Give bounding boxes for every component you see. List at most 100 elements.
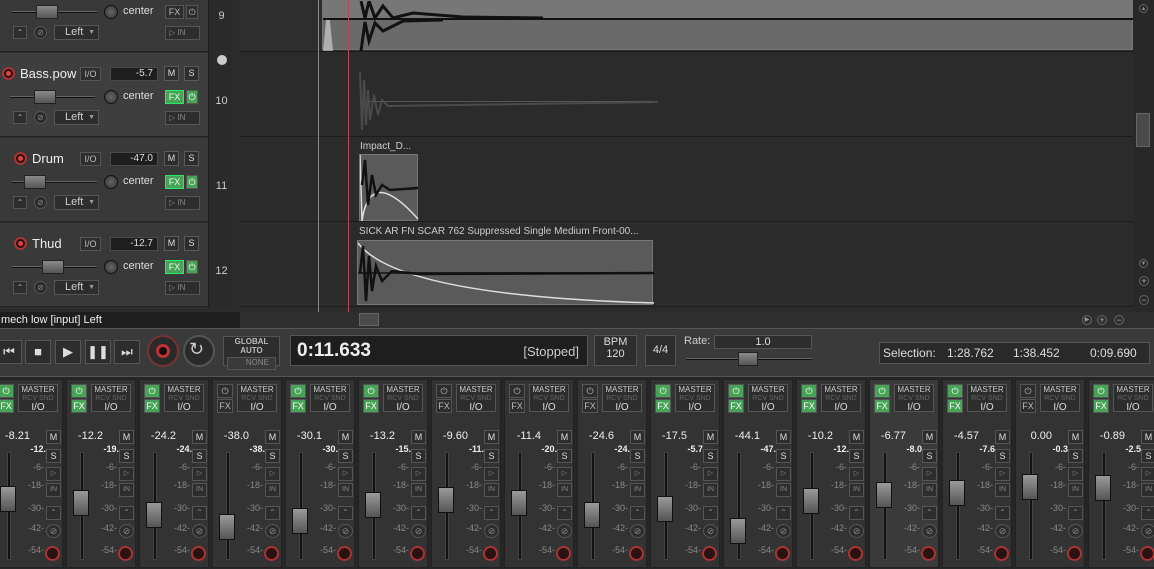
input-monitor-button[interactable]: IN — [484, 483, 499, 497]
fx-enable-button[interactable]: ⏻ — [436, 384, 452, 398]
input-monitor-button[interactable]: IN — [1068, 483, 1083, 497]
mute-button[interactable]: M — [703, 430, 718, 444]
mixer-strip[interactable]: ⏻ FX MASTER RCV SND I/O 0.00 -0.3 -6- -18- -30- -4… — [1015, 379, 1085, 568]
routing-button[interactable]: MASTER RCV SND I/O — [529, 384, 569, 413]
fx-bypass-button[interactable]: ⏻ — [186, 5, 198, 19]
envelope-icon[interactable]: ⌃ — [338, 506, 353, 520]
track-header[interactable]: Thud I/O -12.7 MScenter FX⏻ ⌃ ⊘ Left ▷ IN 12 — [0, 223, 233, 307]
volume-readout[interactable]: -38.0 — [215, 430, 249, 442]
record-arm-button[interactable] — [629, 546, 644, 561]
mute-button[interactable]: M — [776, 430, 791, 444]
track-header[interactable]: center FX⏻ ⌃ ⊘ Left ▷ IN 9 — [0, 0, 233, 52]
solo-button[interactable]: S — [557, 449, 572, 463]
fx-button[interactable]: FX — [947, 399, 963, 413]
mute-button[interactable]: M — [1068, 430, 1083, 444]
solo-button[interactable]: S — [192, 449, 207, 463]
envelope-icon[interactable]: ⌃ — [557, 506, 572, 520]
envelope-icon[interactable]: ⌃ — [703, 506, 718, 520]
input-monitor-button[interactable]: IN — [119, 483, 134, 497]
play-small-icon[interactable]: ▷ — [484, 467, 499, 481]
volume-readout[interactable]: -12.7 — [110, 237, 158, 251]
volume-fader[interactable] — [803, 488, 819, 514]
mute-button[interactable]: M — [995, 430, 1010, 444]
fx-button[interactable]: FX — [436, 399, 452, 413]
routing-button[interactable]: MASTER RCV SND I/O — [1040, 384, 1080, 413]
track-header[interactable]: Bass.pow I/O -5.7 MScenter FX⏻ ⌃ ⊘ Left ▷ IN 10 — [0, 53, 233, 137]
volume-fader[interactable] — [12, 260, 97, 274]
volume-readout[interactable]: -11.4 — [507, 430, 541, 442]
record-arm-button[interactable] — [921, 546, 936, 561]
solo-button[interactable]: S — [265, 449, 280, 463]
volume-readout[interactable]: -24.6 — [580, 430, 614, 442]
volume-fader[interactable] — [12, 175, 97, 189]
mixer-strip[interactable]: ⏻ FX MASTER RCV SND I/O -24.2 -24. -6- -18- -30- -… — [139, 379, 209, 568]
rate-slider-knob[interactable] — [738, 352, 758, 366]
fx-enable-button[interactable]: ⏻ — [0, 384, 14, 398]
solo-button[interactable]: S — [703, 449, 718, 463]
envelope-button[interactable]: ⌃ — [13, 196, 27, 209]
pan-knob[interactable] — [104, 90, 118, 104]
volume-fader[interactable] — [949, 480, 965, 506]
media-item-scar[interactable] — [357, 240, 654, 305]
fx-bypass-button[interactable]: ⏻ — [186, 90, 198, 104]
io-button[interactable]: I/O — [80, 152, 101, 166]
track-header[interactable]: Drum I/O -47.0 MScenter FX⏻ ⌃ ⊘ Left ▷ IN 11 — [0, 138, 233, 222]
volume-fader[interactable] — [657, 496, 673, 522]
fx-enable-button[interactable]: ⏻ — [71, 384, 87, 398]
solo-button[interactable]: S — [776, 449, 791, 463]
volume-fader[interactable] — [0, 485, 16, 512]
input-monitor-button[interactable]: ▷ IN — [165, 26, 200, 40]
routing-button[interactable]: MASTER RCV SND I/O — [675, 384, 715, 413]
volume-fader[interactable] — [511, 489, 527, 516]
fx-enable-button[interactable]: ⏻ — [947, 384, 963, 398]
stop-button[interactable]: ■ — [25, 340, 51, 364]
mute-button[interactable]: M — [164, 236, 179, 251]
routing-button[interactable]: MASTER RCV SND I/O — [602, 384, 642, 413]
fx-button[interactable]: FX — [801, 399, 817, 413]
volume-readout[interactable]: 0.00 — [1018, 430, 1052, 442]
mute-button[interactable]: M — [164, 151, 179, 166]
phase-icon[interactable]: ⊘ — [922, 524, 937, 538]
record-arm-button[interactable] — [45, 546, 60, 561]
selection-display[interactable]: Selection: 1:28.762 1:38.452 0:09.690 — [879, 342, 1150, 364]
solo-button[interactable]: S — [184, 236, 199, 251]
global-auto-button[interactable]: GLOBAL AUTO NONE — [223, 336, 280, 370]
fx-enable-button[interactable]: ⏻ — [290, 384, 306, 398]
mixer-strip[interactable]: ⏻ FX MASTER RCV SND I/O -6.77 -8.0 -6- -18- -30- -… — [869, 379, 939, 568]
mixer-strip[interactable]: ⏻ FX MASTER RCV SND I/O -9.60 -11. -6- -18- -30- -… — [431, 379, 501, 568]
phase-icon[interactable]: ⊘ — [34, 281, 47, 294]
play-small-icon[interactable]: ▷ — [119, 467, 134, 481]
mute-button[interactable]: M — [630, 430, 645, 444]
mixer-strip[interactable]: ⏻ FX MASTER RCV SND I/O -24.6 -24. -6- -18- -30- -… — [577, 379, 647, 568]
play-small-icon[interactable]: ▷ — [265, 467, 280, 481]
zoom-in-icon[interactable]: + — [1139, 276, 1149, 286]
fx-bypass-button[interactable]: ⏻ — [186, 260, 198, 274]
rate-control[interactable]: Rate: 1.0 — [682, 334, 815, 367]
fx-enable-button[interactable]: ⏻ — [217, 384, 233, 398]
solo-button[interactable]: S — [922, 449, 937, 463]
phase-icon[interactable]: ⊘ — [34, 196, 47, 209]
record-button[interactable] — [147, 335, 179, 367]
solo-button[interactable]: S — [119, 449, 134, 463]
mute-button[interactable]: M — [164, 66, 179, 81]
mixer-strip[interactable]: ⏻ FX MASTER RCV SND I/O -12.2 -19. -6- -18- -30- -… — [66, 379, 136, 568]
media-item[interactable] — [322, 0, 1134, 51]
envelope-button[interactable]: ⌃ — [13, 281, 27, 294]
solo-button[interactable]: S — [995, 449, 1010, 463]
volume-readout[interactable]: -44.1 — [726, 430, 760, 442]
routing-button[interactable]: MASTER RCV SND I/O — [164, 384, 204, 413]
mixer-strip[interactable]: ⏻ FX MASTER RCV SND I/O -0.89 -2.5 -6- -18- -30- -… — [1088, 379, 1154, 568]
volume-fader[interactable] — [876, 482, 892, 509]
phase-icon[interactable]: ⊘ — [119, 524, 134, 538]
mute-button[interactable]: M — [338, 430, 353, 444]
pan-knob[interactable] — [104, 5, 118, 19]
mute-button[interactable]: M — [849, 430, 864, 444]
solo-button[interactable]: S — [184, 66, 199, 81]
fx-button[interactable]: FX — [165, 260, 184, 274]
pause-button[interactable]: ❚❚ — [85, 340, 111, 364]
input-select[interactable]: Left — [54, 110, 99, 125]
hzoom-in-icon[interactable]: + — [1097, 315, 1107, 325]
fx-bypass-button[interactable]: ⏻ — [186, 175, 198, 189]
fx-button[interactable]: FX — [165, 175, 184, 189]
fx-button[interactable]: FX — [217, 399, 233, 413]
